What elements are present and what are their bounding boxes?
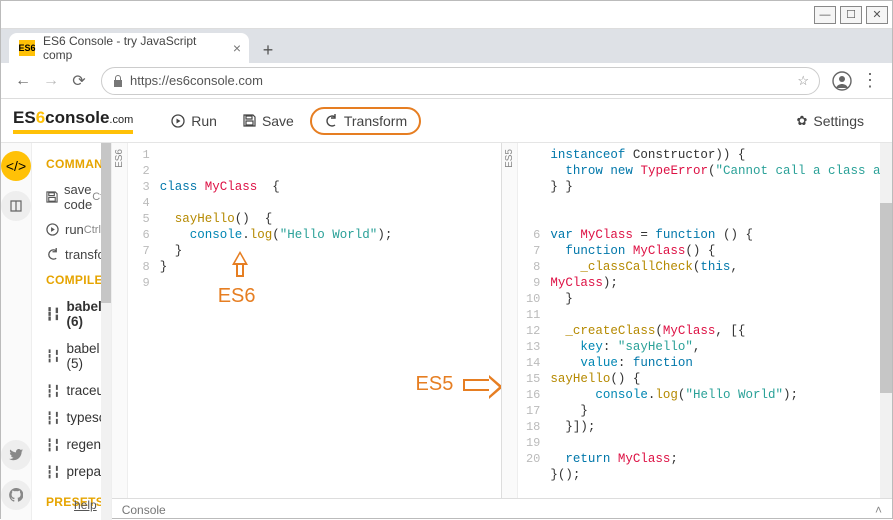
es6-pane-label: ES6: [112, 143, 128, 498]
rail-github-button[interactable]: [1, 480, 31, 510]
profile-avatar-icon[interactable]: [828, 67, 856, 95]
transform-button[interactable]: Transform: [310, 107, 421, 135]
cmd-transform[interactable]: transform Ctrl+B: [46, 242, 101, 267]
left-rail: </>: [1, 143, 32, 520]
window-maximize-button[interactable]: ☐: [840, 6, 862, 24]
save-icon: [46, 191, 58, 203]
browser-tab[interactable]: ES6 ES6 Console - try JavaScript comp ×: [9, 33, 249, 63]
compiler-traceur[interactable]: ┇╏ traceur: [46, 377, 101, 404]
cmd-label: save code: [64, 182, 92, 212]
run-label: Run: [191, 113, 217, 129]
app-logo: ES6console.com: [13, 108, 133, 134]
gear-icon: ✿: [797, 113, 808, 129]
sidebar-scrollbar-thumb[interactable]: [101, 143, 111, 303]
transform-label: Transform: [344, 113, 407, 129]
address-bar[interactable]: https://es6console.com ☆: [101, 67, 820, 95]
url-text: https://es6console.com: [130, 73, 797, 88]
lock-icon: [112, 74, 124, 88]
sliders-icon: ┇╏: [46, 465, 60, 479]
es5-gutter: 67891011121314151617181920: [518, 143, 546, 498]
es6-code-editor[interactable]: class MyClass { sayHello() { console.log…: [156, 143, 502, 498]
window-close-button[interactable]: ✕: [866, 6, 888, 24]
rail-book-button[interactable]: [1, 191, 31, 221]
compiler-header: COMPILER: [46, 273, 101, 287]
window-titlebar: — ☐ ✕: [1, 1, 892, 29]
tab-favicon: ES6: [19, 40, 35, 56]
play-icon: [171, 114, 185, 128]
compiler-label: babel (5): [66, 341, 100, 371]
nav-back-button[interactable]: ←: [9, 67, 37, 95]
play-icon: [46, 223, 59, 236]
cmd-save-code[interactable]: save code Ctrl+S: [46, 177, 101, 217]
rail-twitter-button[interactable]: [1, 440, 31, 470]
browser-toolbar: ← → ⟳ https://es6console.com ☆ ⋮: [1, 63, 892, 99]
sliders-icon: ┇╏: [46, 349, 60, 363]
cmd-run[interactable]: run Ctrl+Enter: [46, 217, 101, 242]
refresh-icon: [46, 248, 59, 261]
run-button[interactable]: Run: [161, 109, 227, 133]
app-toolbar: ES6console.com Run Save Transform ✿ Sett…: [1, 99, 892, 143]
browser-tabstrip: ES6 ES6 Console - try JavaScript comp × …: [1, 29, 892, 63]
console-panel-header[interactable]: Console ˄: [112, 498, 892, 520]
bookmark-star-icon[interactable]: ☆: [797, 73, 809, 89]
main-content: </> COMMANDS save code Ctrl+S run Ctrl+E…: [1, 143, 892, 520]
es5-pane-label: ES5: [502, 143, 518, 498]
save-button[interactable]: Save: [233, 109, 304, 133]
cmd-label: run: [65, 222, 84, 237]
browser-menu-button[interactable]: ⋮: [856, 67, 884, 95]
compiler-regenerator[interactable]: ┇╏ regenerator: [46, 431, 101, 458]
save-label: Save: [262, 113, 294, 129]
compiler-typescript[interactable]: ┇╏ typescript: [46, 404, 101, 431]
sliders-icon: ┇╏: [46, 438, 60, 452]
nav-forward-button[interactable]: →: [37, 67, 65, 95]
es5-code-editor[interactable]: instanceof Constructor)) { throw new Typ…: [546, 143, 892, 498]
refresh-icon: [324, 114, 338, 128]
sidebar: COMMANDS save code Ctrl+S run Ctrl+Enter…: [32, 143, 112, 520]
compiler-label: babel (6): [66, 299, 101, 329]
compiler-babel-5[interactable]: ┇╏ babel (5): [46, 335, 101, 377]
es5-pane: ES5 67891011121314151617181920 instanceo…: [502, 143, 892, 498]
es5-scrollbar-thumb[interactable]: [880, 203, 892, 393]
help-link[interactable]: help: [74, 498, 97, 512]
compiler-prepack[interactable]: ┇╏ prepack: [46, 458, 101, 485]
editor-area: ES6 123456789 class MyClass { sayHello()…: [112, 143, 892, 520]
es6-gutter: 123456789: [128, 143, 156, 498]
sliders-icon: ┇╏: [46, 307, 60, 321]
commands-header: COMMANDS: [46, 157, 101, 171]
settings-label: Settings: [813, 113, 864, 129]
tab-close-icon[interactable]: ×: [233, 40, 241, 56]
rail-code-button[interactable]: </>: [1, 151, 31, 181]
compiler-babel-6[interactable]: ┇╏ babel (6) ✔: [46, 293, 101, 335]
nav-reload-button[interactable]: ⟳: [65, 67, 93, 95]
save-icon: [243, 114, 256, 127]
new-tab-button[interactable]: +: [255, 37, 281, 63]
window-minimize-button[interactable]: —: [814, 6, 836, 24]
es6-pane: ES6 123456789 class MyClass { sayHello()…: [112, 143, 503, 498]
sliders-icon: ┇╏: [46, 384, 60, 398]
sliders-icon: ┇╏: [46, 411, 60, 425]
settings-button[interactable]: ✿ Settings: [787, 109, 875, 133]
tab-title: ES6 Console - try JavaScript comp: [43, 34, 219, 62]
chevron-up-icon: ˄: [875, 503, 882, 517]
console-label: Console: [122, 503, 166, 517]
